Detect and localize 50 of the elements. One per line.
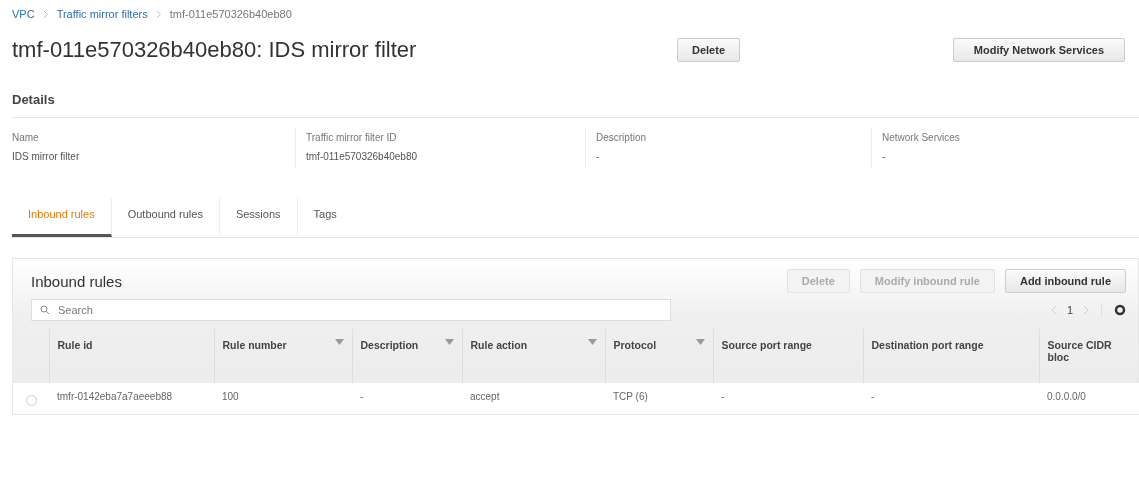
rule-button[interactable]: Add inbound rule (1004, 269, 1126, 293)
column-header: Rule number (222, 339, 287, 351)
field-value: tmf-011e570326b40eb80 (306, 151, 419, 162)
tab[interactable]: Tags (297, 198, 353, 237)
sort-icon[interactable] (587, 339, 597, 345)
field-value: IDS mirror filter (12, 151, 81, 162)
section-heading: Details (12, 72, 1139, 118)
row-radio[interactable] (25, 395, 37, 406)
table-cell: accept (470, 391, 500, 402)
search-input[interactable]: Search (56, 303, 662, 317)
table-cell: - (721, 391, 725, 402)
column-header: Protocol (613, 339, 657, 351)
column-header: Rule id (57, 339, 93, 351)
field-label: Traffic mirror filter ID (306, 132, 398, 143)
table-cell: 0.0.0.0/0 (1047, 391, 1086, 402)
tab[interactable]: Outbound rules (111, 198, 220, 237)
field-label: Description (596, 132, 648, 143)
chevron-icon (42, 9, 49, 19)
field-value: - (596, 151, 601, 162)
page-number[interactable]: 1 (1066, 304, 1073, 316)
next-icon[interactable] (1083, 305, 1089, 315)
field-label: Network Services (882, 132, 961, 143)
table-cell: - (871, 391, 875, 402)
delete-button[interactable]: Delete (677, 38, 741, 62)
modify-button[interactable]: Modify Network Services (952, 38, 1125, 62)
table-cell: 100 (222, 391, 239, 402)
table-cell: TCP (6) (613, 391, 648, 402)
field-label: Name (12, 132, 40, 143)
sort-icon[interactable] (444, 339, 454, 345)
chevron-icon (155, 9, 162, 19)
breadcrumb-link[interactable]: Traffic mirror filters (56, 8, 148, 20)
sort-icon[interactable] (695, 339, 705, 345)
column-header: Source CIDR bloc (1047, 339, 1113, 363)
search-field[interactable]: Search (31, 299, 671, 321)
column-header: Source port range (721, 339, 812, 351)
breadcrumb-link[interactable]: VPC (12, 8, 35, 20)
column-header: Description (360, 339, 419, 351)
panel-title: Inbound rules (31, 272, 123, 290)
search-icon (40, 305, 50, 315)
previous-icon[interactable] (1050, 305, 1057, 315)
settings-icon[interactable] (1114, 304, 1126, 316)
field-value: - (882, 151, 887, 162)
tab[interactable]: Sessions (219, 198, 298, 237)
table-cell: - (360, 391, 364, 402)
page-title: tmf-011e570326b40eb80: IDS mirror filter (12, 37, 418, 63)
breadcrumb-current: tmf-011e570326b40eb80 (169, 8, 292, 20)
column-header: Destination port range (871, 339, 984, 351)
column-header: Rule action (470, 339, 528, 351)
table-cell: tmfr-0142eba7a7aeeeb88 (57, 391, 173, 402)
sort-icon[interactable] (334, 339, 344, 345)
